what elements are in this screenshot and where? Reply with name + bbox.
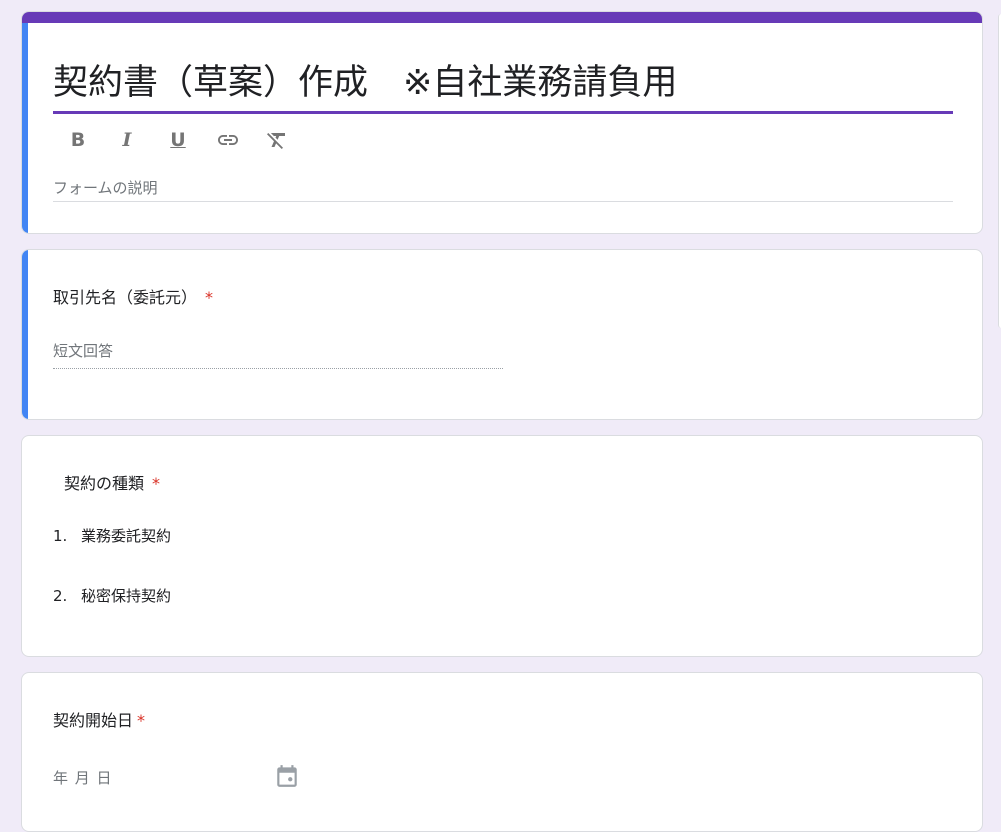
clear-format-button[interactable] [264, 127, 290, 153]
list-item: 2. 秘密保持契約 [53, 587, 172, 605]
italic-button[interactable]: I [114, 127, 140, 153]
calendar-icon[interactable] [274, 763, 300, 789]
answer-underline [53, 368, 503, 369]
date-input[interactable]: 年 月 日 [53, 767, 113, 788]
description-underline [53, 201, 953, 202]
form-description-input[interactable]: フォームの説明 [53, 177, 158, 198]
required-asterisk: * [205, 288, 214, 307]
link-icon [218, 135, 238, 145]
title-underline [53, 111, 953, 114]
question-title: 契約の種類 * [64, 474, 161, 493]
bold-button[interactable]: B [65, 127, 91, 153]
short-answer-placeholder[interactable]: 短文回答 [53, 340, 113, 361]
underline-button[interactable]: U [165, 127, 191, 153]
form-title-input[interactable]: 契約書（草案）作成 ※自社業務請負用 [53, 54, 677, 105]
accent-bar [22, 12, 982, 23]
format-clear-icon [267, 133, 285, 149]
link-button[interactable] [215, 127, 241, 153]
question-card-client[interactable]: 取引先名（委託元） * 短文回答 [21, 249, 983, 420]
active-indicator [22, 250, 28, 419]
question-card-contract-type[interactable]: 契約の種類 * 1. 業務委託契約 2. 秘密保持契約 [21, 435, 983, 657]
form-header-card[interactable]: 契約書（草案）作成 ※自社業務請負用 B I U フォームの説明 [21, 11, 983, 234]
required-asterisk: * [152, 474, 161, 493]
question-title: 取引先名（委託元） * [53, 288, 214, 307]
active-indicator [22, 23, 28, 233]
question-card-start-date[interactable]: 契約開始日 * 年 月 日 [21, 672, 983, 832]
required-asterisk: * [137, 711, 146, 730]
question-title: 契約開始日 * [53, 711, 146, 730]
list-item: 1. 業務委託契約 [53, 527, 172, 545]
